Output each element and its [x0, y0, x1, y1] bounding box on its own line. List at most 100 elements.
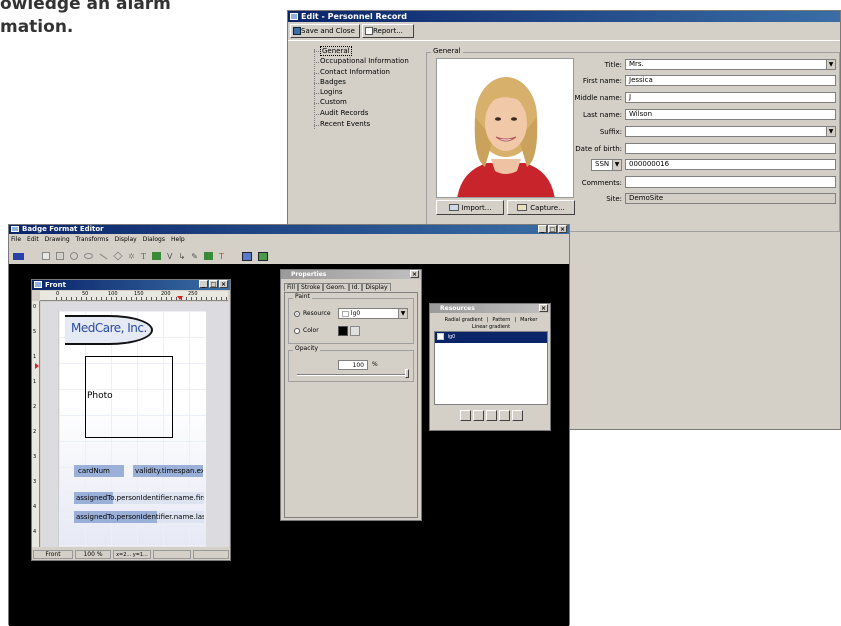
maximize-icon[interactable]: □ — [209, 280, 218, 288]
circle-tool-icon[interactable] — [70, 252, 78, 260]
tree-connector — [314, 62, 319, 63]
close-icon[interactable]: × — [558, 225, 567, 233]
image-tool-icon[interactable] — [152, 252, 162, 260]
menu-file[interactable]: File — [11, 235, 21, 245]
resource-dropdown[interactable]: lg0 ▼ — [338, 308, 408, 319]
report-button[interactable]: Report... — [362, 24, 414, 38]
preview-toggle-icon[interactable] — [257, 251, 268, 261]
first-name-card-field[interactable]: assignedTo.personIdentifier.name.firstNa — [74, 492, 204, 504]
line-tool-icon[interactable] — [99, 253, 108, 259]
title-dropdown[interactable]: Mrs. ▼ — [625, 59, 836, 70]
ruler-marker-icon — [177, 296, 183, 300]
save-icon — [293, 27, 301, 35]
rectangle-tool-icon[interactable] — [56, 252, 64, 260]
badge-editor-titlebar[interactable]: Badge Format Editor _ □ × — [9, 225, 569, 234]
v-tool-icon[interactable]: V — [167, 252, 172, 261]
menu-dialogs[interactable]: Dialogs — [143, 235, 165, 245]
opacity-slider-thumb[interactable] — [405, 369, 409, 378]
first-name-field[interactable]: Jessica — [625, 75, 836, 86]
ellipse-tool-icon[interactable] — [84, 253, 93, 259]
tree-item-contact[interactable]: Contact Information — [320, 68, 390, 76]
tab-stroke[interactable]: Stroke — [298, 283, 324, 291]
menu-edit[interactable]: Edit — [27, 235, 39, 245]
edit-resource-button[interactable] — [473, 410, 484, 421]
menu-display[interactable]: Display — [115, 235, 137, 245]
ruler-label: 0 — [33, 304, 37, 310]
color-picker-icon[interactable] — [350, 326, 360, 336]
grid-toggle-icon[interactable] — [241, 251, 252, 261]
general-group-label: General — [431, 47, 463, 55]
image-field-tool-icon[interactable] — [203, 252, 213, 260]
resource-radio[interactable] — [294, 311, 300, 317]
front-titlebar[interactable]: Front _ □ × — [32, 280, 230, 290]
tab-geom[interactable]: Geom. — [323, 283, 349, 291]
close-icon[interactable]: × — [539, 304, 548, 312]
polygon-tool-icon[interactable] — [113, 251, 123, 261]
text-tool-icon[interactable]: T — [141, 252, 146, 261]
menu-drawing[interactable]: Drawing — [45, 235, 70, 245]
tree-item-custom[interactable]: Custom — [320, 98, 347, 106]
close-icon[interactable]: × — [410, 270, 419, 278]
close-icon[interactable]: × — [219, 280, 228, 288]
save-resource-button[interactable] — [512, 410, 523, 421]
tree-item-audit[interactable]: Audit Records — [320, 109, 368, 117]
list-item[interactable]: lg0 — [435, 332, 547, 343]
tab-linear-gradient[interactable]: Linear gradient — [434, 324, 548, 330]
minimize-icon[interactable]: _ — [538, 225, 547, 233]
select-tool-icon[interactable] — [42, 252, 50, 260]
opacity-slider-track[interactable] — [297, 374, 407, 376]
pen-tool-icon[interactable]: ✎ — [191, 252, 198, 261]
tree-item-logins[interactable]: Logins — [320, 88, 343, 96]
id-number-field[interactable]: 000000016 — [625, 159, 836, 170]
text-field-tool-icon[interactable]: T — [219, 252, 224, 261]
middle-name-field[interactable]: J — [625, 92, 836, 103]
star-tool-icon[interactable]: ✲ — [128, 252, 135, 261]
tab-marker[interactable]: Marker — [520, 317, 537, 323]
paint-group: Paint Resource lg0 ▼ Color — [288, 293, 414, 344]
menu-help[interactable]: Help — [171, 235, 185, 245]
comments-label: Comments: — [581, 179, 622, 187]
opacity-field[interactable]: 100 — [338, 360, 368, 370]
import-button[interactable]: Import... — [436, 200, 504, 215]
report-label: Report... — [373, 27, 403, 35]
personnel-titlebar[interactable]: Edit - Personnel Record — [288, 11, 840, 22]
last-name-field[interactable]: Wilson — [625, 109, 836, 120]
delete-resource-button[interactable] — [499, 410, 510, 421]
color-swatch[interactable] — [338, 326, 348, 336]
validity-field[interactable]: validity.timespan.expi — [133, 465, 203, 477]
minimize-icon[interactable]: _ — [199, 280, 208, 288]
opacity-unit: % — [372, 361, 378, 368]
tree-item-recent-events[interactable]: Recent Events — [320, 120, 370, 128]
id-type-dropdown[interactable]: SSN ▼ — [591, 159, 622, 171]
front-title: Front — [45, 281, 66, 289]
capture-label: Capture... — [530, 204, 565, 212]
tab-fill[interactable]: Fill — [284, 283, 299, 291]
resources-titlebar[interactable]: Resources × — [430, 304, 550, 313]
color-radio[interactable] — [294, 328, 300, 334]
new-resource-button[interactable] — [460, 410, 471, 421]
save-and-close-button[interactable]: Save and Close — [290, 24, 360, 38]
maximize-icon[interactable]: □ — [548, 225, 557, 233]
copy-resource-button[interactable] — [486, 410, 497, 421]
badge-card-canvas[interactable]: MedCare, Inc. Photo cardNum validity.tim… — [41, 302, 229, 547]
dob-field[interactable] — [625, 143, 836, 154]
tab-radial-gradient[interactable]: Radial gradient — [445, 317, 483, 323]
tree-item-occupational[interactable]: Occupational Information — [320, 57, 409, 65]
comments-field[interactable] — [625, 176, 836, 188]
tab-pattern[interactable]: Pattern — [492, 317, 510, 323]
suffix-dropdown[interactable]: ▼ — [625, 126, 836, 137]
tab-id[interactable]: Id. — [348, 283, 363, 291]
properties-titlebar[interactable]: Properties × — [281, 270, 421, 279]
last-name-card-field[interactable]: assignedTo.personIdentifier.name.lastNa — [74, 511, 204, 523]
menu-transforms[interactable]: Transforms — [76, 235, 109, 245]
tree-item-general[interactable]: General — [320, 46, 352, 56]
path-tool-icon[interactable]: ↳ — [179, 252, 186, 261]
capture-button[interactable]: Capture... — [507, 200, 575, 215]
card-number-field[interactable]: cardNum — [74, 465, 124, 477]
opacity-group: Opacity 100 % — [288, 345, 414, 382]
tab-display[interactable]: Display — [362, 283, 391, 291]
tree-item-badges[interactable]: Badges — [320, 78, 346, 86]
color-swatch-icon[interactable] — [13, 252, 24, 260]
company-name-text[interactable]: MedCare, Inc. — [71, 321, 147, 335]
front-face-window: Front _ □ × 0 50 100 150 200 250 0 5 1 1… — [31, 279, 231, 561]
